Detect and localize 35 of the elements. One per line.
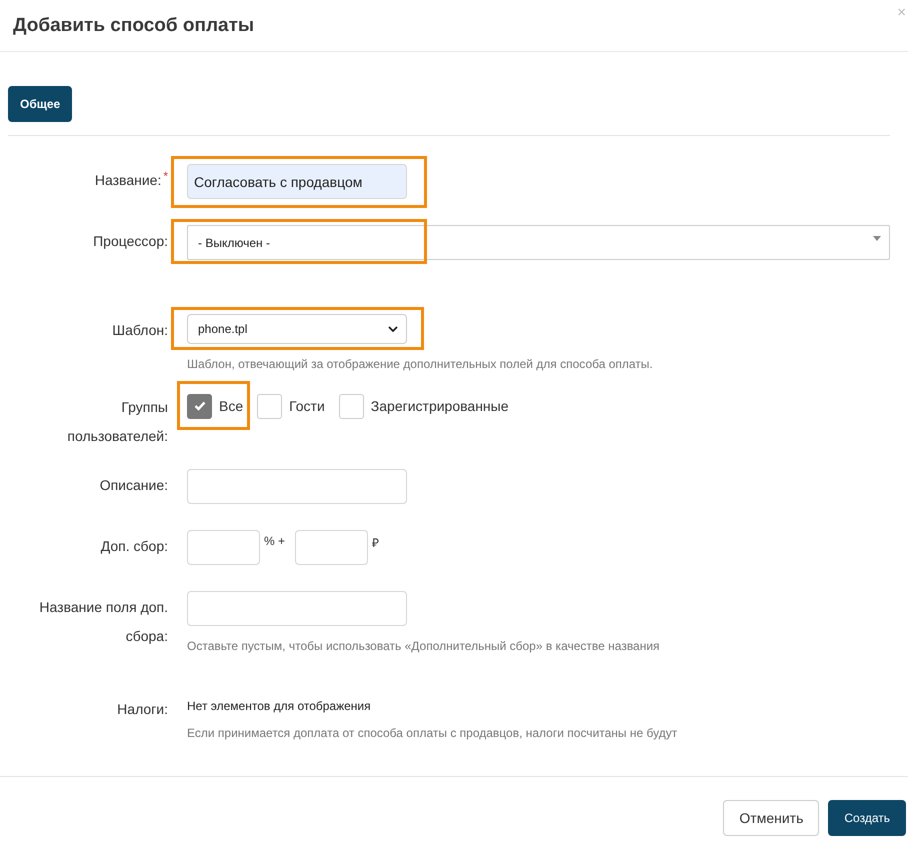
select-field[interactable]: - Выключен -	[187, 225, 890, 260]
field-label-text: Описание:	[100, 477, 168, 493]
help-text: Оставьте пустым, чтобы использовать «Дополнительный сбор» в качестве названия	[187, 639, 661, 653]
field-label-text: Доп. сбор:	[100, 538, 168, 554]
chevron-down-icon	[388, 326, 398, 332]
checkmark-icon	[194, 401, 206, 411]
text-field[interactable]: Согласовать с продавцом	[187, 164, 407, 199]
checkbox-label: Все	[219, 398, 244, 414]
select-field[interactable]: phone.tpl	[187, 314, 407, 344]
help-text: Шаблон, отвечающий за отображение дополнительных полей для способа оплаты.	[187, 357, 654, 371]
checkbox-label: Зарегистрированные	[370, 398, 509, 414]
currency-text: ₽	[372, 535, 380, 551]
checkbox[interactable]	[187, 394, 212, 418]
empty-list-text: Нет элементов для отображения	[187, 698, 372, 713]
cancel-button[interactable]: Отменить	[723, 800, 820, 836]
checkbox-label: Гости	[289, 398, 325, 414]
checkbox[interactable]	[338, 394, 364, 418]
required-mark: *	[163, 169, 168, 183]
amount-field[interactable]	[295, 530, 368, 565]
create-button[interactable]: Создать	[828, 800, 906, 836]
help-text: Если принимается доплата от способа оплаты с продавцов, налоги посчитаны не будут	[187, 726, 678, 740]
text-field[interactable]	[187, 591, 407, 626]
unit-text: % +	[264, 534, 286, 548]
field-label-text: Название:	[94, 172, 162, 188]
field-label-text: Налоги:	[117, 701, 168, 717]
tab[interactable]: Общее	[8, 86, 72, 122]
percent-field[interactable]	[187, 530, 260, 565]
field-label-text: Процессор:	[93, 233, 168, 249]
field-label-text: Название поля доп. сбора:	[39, 599, 168, 644]
text-field[interactable]	[187, 469, 407, 504]
dialog-title: Добавить способ оплаты	[13, 14, 254, 36]
field-label-text: Группы пользователей:	[67, 399, 168, 444]
checkbox[interactable]	[257, 394, 282, 418]
field-label-text: Шаблон:	[112, 322, 168, 338]
dropdown-arrow-icon	[873, 236, 881, 241]
